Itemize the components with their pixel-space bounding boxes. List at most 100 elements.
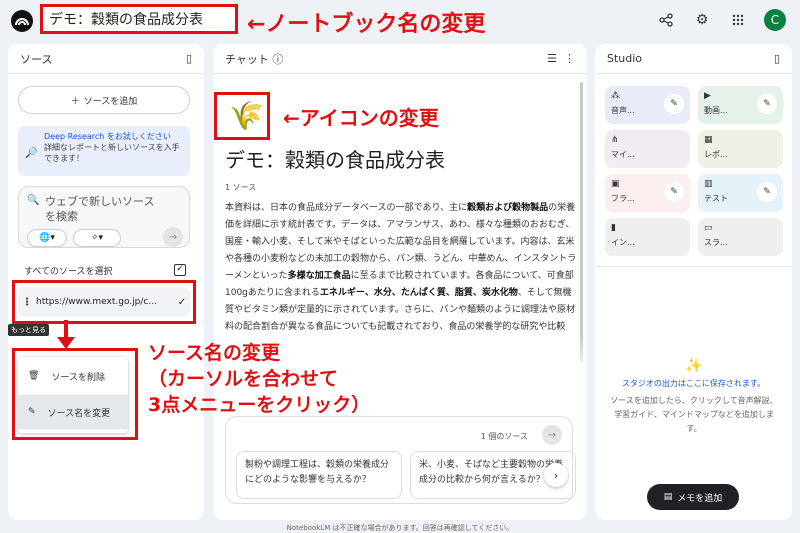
summary-text-part: 穀類および穀物製品 bbox=[467, 203, 549, 213]
studio-tile[interactable]: ⋔ マイ... bbox=[605, 130, 690, 168]
studio-tile[interactable]: ▣ フラ... ✎ bbox=[605, 174, 690, 212]
deep-research-banner[interactable]: 🔎 Deep Research をお試しください 詳細なレポートと新しいソースを… bbox=[18, 126, 190, 176]
studio-tile-label: マイ... bbox=[611, 150, 635, 159]
web-search-input[interactable]: ウェブで新しいソースを検索 bbox=[45, 194, 165, 224]
input-source-count: 1 個のソース bbox=[480, 432, 528, 441]
studio-title: Studio bbox=[607, 52, 643, 65]
studio-tile[interactable]: ▦ レポ... bbox=[698, 130, 783, 168]
source-context-menu: 🗑 ソースを削除 ✎ ソース名を変更 bbox=[18, 357, 128, 433]
source-item-highlight: ⋮ https://www.mext.go.jp/c... ✓ bbox=[12, 280, 196, 324]
studio-tile[interactable]: ▶ 動画... ✎ bbox=[698, 86, 783, 124]
notebooklm-logo-icon bbox=[11, 10, 33, 32]
send-button[interactable]: → bbox=[542, 425, 562, 445]
chat-input-card: 1 個のソース → 製粉や調理工程は、穀類の栄養成分にどのような影響を与えるか？… bbox=[225, 416, 576, 504]
studio-panel-header: Studio ▯ bbox=[595, 44, 792, 74]
delete-source-label: ソースを削除 bbox=[51, 372, 105, 383]
pencil-icon: ✎ bbox=[28, 407, 36, 417]
studio-tile[interactable]: ▮ イン... bbox=[605, 218, 690, 256]
add-note-label: メモを追加 bbox=[677, 493, 723, 504]
pencil-icon[interactable]: ✎ bbox=[757, 94, 777, 114]
header-actions: ⚙ C bbox=[656, 9, 786, 31]
studio-tile[interactable]: ⁂ 音声... ✎ bbox=[605, 86, 690, 124]
summary-text-part: の栄養価を詳細に示す統計表です。データは、アマランサス、あわ、様々な種類のおおむ… bbox=[225, 203, 577, 281]
deep-research-desc: 詳細なレポートと新しいソースを入手できます！ bbox=[44, 143, 180, 163]
apps-grid-icon[interactable] bbox=[728, 10, 748, 30]
notebook-icon-highlight[interactable]: 🌾 bbox=[214, 92, 270, 140]
note-icon: ▤ bbox=[663, 492, 673, 502]
annotation-notebook-rename: ←ノートブック名の変更 bbox=[247, 12, 486, 37]
add-source-label: ソースを追加 bbox=[83, 96, 138, 107]
studio-tile-label: レポ... bbox=[704, 150, 728, 159]
info-icon[interactable]: ⓘ bbox=[272, 53, 283, 66]
slides-icon: ▭ bbox=[704, 223, 713, 233]
tune-icon[interactable]: ☰ bbox=[547, 52, 557, 65]
mindmap-icon: ⋔ bbox=[611, 135, 619, 145]
sources-panel-header: ソース ▯ bbox=[8, 44, 204, 74]
add-note-button[interactable]: ▤ メモを追加 bbox=[647, 484, 739, 510]
globe-icon: 🌐▾ bbox=[39, 233, 55, 243]
studio-output-desc: ソースを追加したら、クリックして音声解説、学習ガイド、マインドマップなどを追加し… bbox=[610, 396, 778, 433]
select-all-label: すべてのソースを選択 bbox=[24, 267, 113, 277]
source-checkbox[interactable]: ✓ bbox=[174, 297, 190, 308]
rename-source-label: ソース名を変更 bbox=[47, 408, 111, 419]
deep-research-title: Deep Research をお試しください bbox=[44, 132, 171, 141]
more-vert-icon[interactable]: ⋮ bbox=[18, 297, 36, 308]
summary-text-part: 本資料は、日本の食品成分データベースの一部であり、主に bbox=[225, 203, 468, 213]
studio-tile-label: イン... bbox=[611, 238, 635, 247]
delete-source-menu-item[interactable]: 🗑 ソースを削除 bbox=[18, 359, 128, 393]
pencil-icon[interactable]: ✎ bbox=[664, 182, 684, 202]
studio-tile[interactable]: ▥ テスト ✎ bbox=[698, 174, 783, 212]
web-search-submit-button[interactable]: → bbox=[163, 227, 183, 247]
sources-title: ソース bbox=[20, 52, 53, 66]
avatar[interactable]: C bbox=[764, 9, 786, 31]
search-sparkle-icon: 🔎 bbox=[25, 148, 38, 159]
annotation-line: 3点メニューをクリック） bbox=[148, 394, 371, 416]
research-mode-chip[interactable]: ✧▾ bbox=[73, 229, 121, 247]
chevron-right-icon[interactable]: › bbox=[544, 463, 568, 487]
source-url: https://www.mext.go.jp/c... bbox=[36, 297, 157, 307]
studio-tiles: ⁂ 音声... ✎ ▶ 動画... ✎ ⋔ マイ... ▦ レポ... ▣ フラ... ✎ ▥ テスト ✎ ▮ イ… bbox=[605, 86, 783, 256]
studio-panel: Studio ▯ ⁂ 音声... ✎ ▶ 動画... ✎ ⋔ マイ... ▦ レポ... ▣ フラ..… bbox=[595, 44, 792, 520]
pencil-icon[interactable]: ✎ bbox=[757, 182, 777, 202]
collapse-panel-icon[interactable]: ▯ bbox=[186, 52, 192, 65]
sparkle-search-icon: ✧▾ bbox=[90, 233, 104, 243]
source-menu-highlight: 🗑 ソースを削除 ✎ ソース名を変更 bbox=[12, 348, 138, 440]
annotation-line: （カーソルを合わせて bbox=[148, 368, 339, 390]
source-count: 1 ソース bbox=[225, 183, 257, 192]
notebook-title[interactable]: デモ：穀類の食品成分表 bbox=[40, 4, 238, 34]
add-source-button[interactable]: ＋ ソースを追加 bbox=[18, 86, 190, 114]
chat-title-label: チャット bbox=[225, 52, 269, 66]
web-search-box: 🔍 ウェブで新しいソースを検索 🌐▾ ✧▾ → bbox=[18, 186, 190, 248]
chat-panel-header: チャット ⓘ ☰ ⋮ bbox=[213, 44, 587, 74]
annotation-line: ソース名の変更 bbox=[148, 342, 281, 364]
annotation-icon-change: ←アイコンの変更 bbox=[283, 106, 439, 130]
studio-divider bbox=[595, 266, 792, 267]
summary-text-part: エネルギー、水分、たんぱく質、脂質、炭水化物 bbox=[319, 288, 518, 298]
gear-icon[interactable]: ⚙ bbox=[692, 10, 712, 30]
pencil-icon[interactable]: ✎ bbox=[664, 94, 684, 114]
more-vert-icon[interactable]: ⋮ bbox=[564, 52, 575, 65]
studio-tile[interactable]: ▭ スラ... bbox=[698, 218, 783, 256]
studio-output-title: スタジオの出力はここに保存されます。 bbox=[621, 379, 766, 388]
disclaimer-footer: NotebookLM は不正確な場合があります。回答は再確認してください。 bbox=[286, 524, 514, 532]
report-icon: ▦ bbox=[704, 135, 713, 145]
plus-icon: ＋ bbox=[70, 96, 80, 107]
chat-panel: チャット ⓘ ☰ ⋮ デモ：穀類の食品成分表 🌾 ←アイコンの変更 1 ソース … bbox=[213, 44, 587, 520]
suggested-question[interactable]: 製粉や調理工程は、穀類の栄養成分にどのような影響を与えるか？ bbox=[236, 451, 402, 499]
magic-wand-icon: ✨ bbox=[685, 358, 703, 374]
sources-panel: ソース ▯ ＋ ソースを追加 🔎 Deep Research をお試しください … bbox=[8, 44, 204, 520]
studio-tile-label: スラ... bbox=[704, 238, 728, 247]
chat-scrollbar[interactable] bbox=[580, 82, 583, 362]
share-icon[interactable] bbox=[656, 10, 676, 30]
notebook-heading: デモ：穀類の食品成分表 bbox=[225, 148, 445, 172]
notebook-summary: 本資料は、日本の食品成分データベースの一部であり、主に穀類および穀物製品の栄養価… bbox=[225, 200, 577, 336]
web-source-chip[interactable]: 🌐▾ bbox=[27, 229, 67, 247]
more-tooltip: もっと見る bbox=[8, 324, 49, 336]
rename-source-menu-item[interactable]: ✎ ソース名を変更 bbox=[18, 395, 128, 429]
collapse-panel-icon[interactable]: ▯ bbox=[774, 52, 780, 65]
select-all-checkbox[interactable]: ✓ bbox=[174, 264, 186, 276]
infographic-icon: ▮ bbox=[611, 223, 616, 233]
rice-plant-icon: 🌾 bbox=[229, 99, 264, 132]
source-item[interactable]: ⋮ https://www.mext.go.jp/c... ✓ bbox=[18, 287, 190, 317]
search-icon: 🔍 bbox=[27, 195, 40, 206]
